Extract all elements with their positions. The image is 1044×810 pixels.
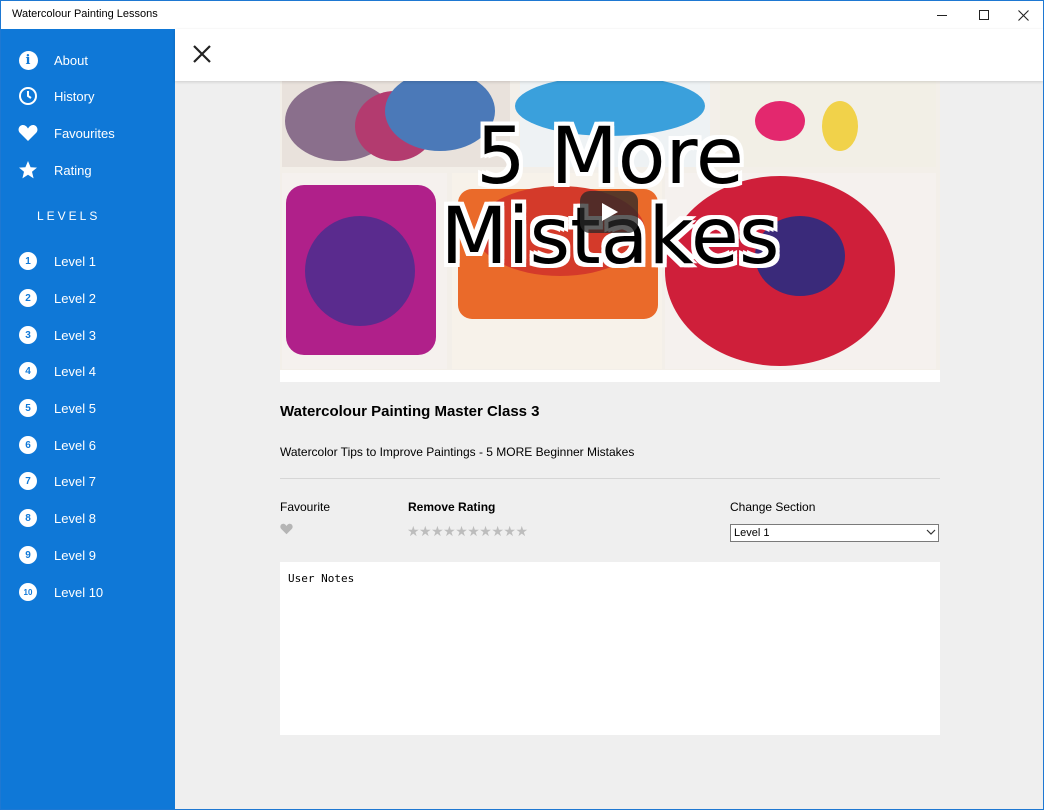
thumbnail-title-line-1: 5 More: [476, 112, 744, 202]
sidebar-item-level-6[interactable]: 6 Level 6: [1, 428, 175, 462]
play-button[interactable]: [580, 191, 638, 233]
minimize-icon: [937, 14, 947, 16]
sidebar-item-level-9[interactable]: 9 Level 9: [1, 538, 175, 572]
sidebar-item-label: Level 4: [54, 363, 96, 379]
sidebar-item-label: Level 6: [54, 437, 96, 453]
change-section-label: Change Section: [730, 500, 816, 514]
sidebar-item-about[interactable]: i About: [1, 43, 175, 77]
sidebar-item-level-7[interactable]: 7 Level 7: [1, 464, 175, 498]
sidebar-item-label: Level 8: [54, 510, 96, 526]
app-window: Watercolour Painting Lessons i About His…: [0, 0, 1044, 810]
sidebar-item-label: Rating: [54, 162, 92, 178]
sidebar-item-label: Level 7: [54, 473, 96, 489]
window-close-button[interactable]: [1000, 1, 1043, 29]
sidebar: i About History Favourites Rating LEVELS…: [1, 29, 175, 809]
sidebar-item-level-1[interactable]: 1 Level 1: [1, 244, 175, 278]
sidebar-item-label: Level 2: [54, 290, 96, 306]
content-header: [175, 29, 1043, 81]
lesson-description: Watercolor Tips to Improve Paintings - 5…: [280, 445, 635, 459]
sidebar-item-label: Level 9: [54, 547, 96, 563]
rating-stars[interactable]: ★★★★★★★★★★: [407, 523, 528, 540]
level-number-icon: 8: [18, 508, 38, 528]
close-icon: [193, 45, 211, 63]
star-icon: [18, 160, 38, 180]
close-pane-button[interactable]: [191, 43, 213, 65]
sidebar-item-label: About: [54, 52, 88, 68]
lesson-title: Watercolour Painting Master Class 3: [280, 403, 540, 420]
level-number-icon: 10: [18, 582, 38, 602]
sidebar-item-level-5[interactable]: 5 Level 5: [1, 391, 175, 425]
sidebar-item-rating[interactable]: Rating: [1, 153, 175, 187]
heart-icon: [18, 123, 38, 143]
clock-icon: [18, 86, 38, 106]
section-select-value: Level 1: [734, 527, 770, 539]
level-number-icon: 6: [18, 435, 38, 455]
sidebar-item-label: Favourites: [54, 125, 115, 141]
level-number-icon: 7: [18, 471, 38, 491]
sidebar-item-level-10[interactable]: 10 Level 10: [1, 575, 175, 609]
chevron-down-icon: [926, 529, 936, 535]
close-icon: [1017, 9, 1029, 21]
sidebar-item-level-8[interactable]: 8 Level 8: [1, 501, 175, 535]
sidebar-item-label: Level 10: [54, 584, 104, 600]
maximize-icon: [979, 10, 989, 20]
level-number-icon: 9: [18, 545, 38, 565]
info-icon: i: [18, 50, 38, 70]
level-number-icon: 4: [18, 361, 38, 381]
sidebar-item-label: History: [54, 88, 95, 104]
video-player[interactable]: 5 More Mistakes: [280, 81, 940, 382]
sidebar-item-history[interactable]: History: [1, 79, 175, 113]
favourite-toggle[interactable]: [280, 523, 293, 538]
title-bar: Watercolour Painting Lessons: [1, 1, 1043, 29]
levels-header: LEVELS: [37, 209, 101, 223]
sidebar-item-label: Level 3: [54, 327, 96, 343]
play-icon: [602, 203, 618, 221]
level-number-icon: 1: [18, 251, 38, 271]
level-number-icon: 3: [18, 325, 38, 345]
window-title: Watercolour Painting Lessons: [12, 8, 158, 20]
section-select[interactable]: Level 1: [730, 524, 939, 542]
sidebar-item-level-3[interactable]: 3 Level 3: [1, 318, 175, 352]
favourite-label: Favourite: [280, 500, 331, 514]
user-notes-textarea[interactable]: User Notes: [280, 562, 940, 735]
minimize-button[interactable]: [919, 1, 965, 29]
remove-rating-button[interactable]: Remove Rating: [408, 500, 495, 514]
heart-icon: [280, 523, 293, 535]
sidebar-item-favourites[interactable]: Favourites: [1, 116, 175, 150]
level-number-icon: 5: [18, 398, 38, 418]
divider: [280, 478, 940, 479]
sidebar-item-label: Level 1: [54, 253, 96, 269]
sidebar-item-label: Level 5: [54, 400, 96, 416]
sidebar-item-level-2[interactable]: 2 Level 2: [1, 281, 175, 315]
level-number-icon: 2: [18, 288, 38, 308]
sidebar-item-level-4[interactable]: 4 Level 4: [1, 354, 175, 388]
